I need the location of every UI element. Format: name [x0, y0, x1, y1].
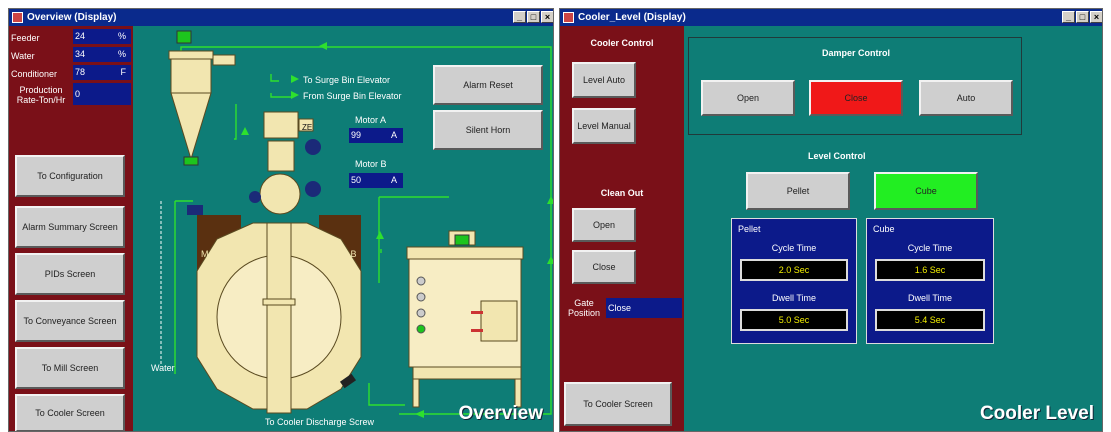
- cyclone-icon: [168, 30, 236, 166]
- maximize-button[interactable]: □: [1076, 11, 1089, 23]
- alarm-reset-button[interactable]: Alarm Reset: [433, 65, 543, 105]
- cube-dwell-time-label: Dwell Time: [907, 293, 952, 303]
- to-cooler-screen-button[interactable]: To Cooler Screen: [564, 382, 672, 426]
- cooler-level-screen-title: Cooler Level: [979, 403, 1094, 424]
- damper-open-button[interactable]: Open: [701, 80, 795, 116]
- water-line-label: Water: [151, 363, 175, 373]
- level-control-title: Level Control: [808, 151, 866, 161]
- level-pellet-button[interactable]: Pellet: [746, 172, 850, 210]
- cooler-level-window-title: Cooler_Level (Display): [578, 12, 686, 23]
- pellet-dwell-time-label: Dwell Time: [771, 293, 816, 303]
- gate-position-readout: Close: [606, 298, 682, 318]
- cube-cycle-time-display: 1.6 Sec: [875, 259, 985, 281]
- pellet-dwell-time-display: 5.0 Sec: [740, 309, 848, 331]
- from-surge-bin-label: From Surge Bin Elevator: [303, 91, 402, 101]
- damper-close-button[interactable]: Close: [809, 80, 903, 116]
- pellet-panel: Pellet Cycle Time 2.0 Sec Dwell Time 5.0…: [731, 218, 857, 344]
- silent-horn-button[interactable]: Silent Horn: [433, 110, 543, 150]
- motor-a-value: 99: [351, 130, 362, 140]
- overview-screen-title: Overview: [458, 403, 544, 424]
- level-cube-button[interactable]: Cube: [874, 172, 978, 210]
- cooler-sidebar: Cooler Control Level Auto Level Manual C…: [560, 26, 684, 431]
- clean-out-heading: Clean Out: [600, 188, 644, 198]
- to-surge-bin-label: To Surge Bin Elevator: [303, 75, 391, 85]
- minimize-button[interactable]: _: [1062, 11, 1075, 23]
- cube-panel-title: Cube: [873, 224, 895, 234]
- motor-b-value: 50: [351, 175, 362, 185]
- clean-out-close-button[interactable]: Close: [572, 250, 636, 284]
- motor-a-unit: A: [390, 130, 397, 140]
- pellet-cycle-time-label: Cycle Time: [771, 243, 817, 253]
- motor-a-label: Motor A: [355, 115, 387, 125]
- gate-position-value: Close: [608, 303, 632, 313]
- cooler-icon: [406, 230, 524, 408]
- motor-b-unit: A: [390, 175, 397, 185]
- window-app-icon: [563, 12, 574, 23]
- mill-motor-b-tag: Motor B: [325, 249, 357, 259]
- cooler-discharge-label: To Cooler Discharge Screw: [265, 417, 375, 427]
- cube-dwell-time-display: 5.4 Sec: [875, 309, 985, 331]
- pellet-panel-title: Pellet: [738, 224, 761, 234]
- cube-cycle-time-label: Cycle Time: [907, 243, 953, 253]
- damper-control-title: Damper Control: [821, 48, 890, 58]
- motor-b-label: Motor B: [355, 159, 387, 169]
- cooler-level-window: Cooler_Level (Display) _ □ × Cooler Cont…: [559, 8, 1103, 432]
- pellet-cycle-time-display: 2.0 Sec: [740, 259, 848, 281]
- motor-b-readout: 50 A: [349, 173, 403, 188]
- close-button[interactable]: ×: [1090, 11, 1102, 23]
- damper-control-group: Damper Control Open Close Auto: [688, 37, 1022, 135]
- clean-out-open-button[interactable]: Open: [572, 208, 636, 242]
- level-auto-button[interactable]: Level Auto: [572, 62, 636, 98]
- level-manual-button[interactable]: Level Manual: [572, 108, 636, 144]
- mill-motor-a-tag: Motor A: [201, 249, 232, 259]
- damper-auto-button[interactable]: Auto: [919, 80, 1013, 116]
- overview-window: Overview (Display) _ □ × Feeder 24 % Wat…: [8, 8, 554, 432]
- cube-panel: Cube Cycle Time 1.6 Sec Dwell Time 5.4 S…: [866, 218, 994, 344]
- ze-tag: ZE: [302, 123, 313, 132]
- gate-position-label: Gate Position: [567, 298, 601, 318]
- motor-a-readout: 99 A: [349, 128, 403, 143]
- cooler-level-title-bar: Cooler_Level (Display) _ □ ×: [560, 9, 1102, 26]
- cooler-control-heading: Cooler Control: [590, 38, 654, 48]
- pellet-mill-icon: Motor A Motor B: [187, 111, 362, 414]
